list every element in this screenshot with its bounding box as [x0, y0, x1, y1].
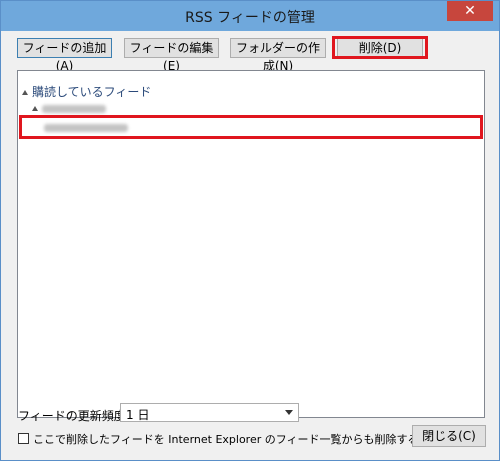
title-bar: RSS フィードの管理 ✕	[1, 1, 499, 31]
window-title: RSS フィードの管理	[185, 10, 315, 26]
delete-button-highlight	[332, 36, 428, 59]
edit-feed-button[interactable]: フィードの編集(E)	[124, 38, 219, 73]
expand-triangle-icon[interactable]	[22, 90, 28, 95]
tree-root-row[interactable]: 購読しているフィード	[22, 83, 151, 100]
close-window-button[interactable]: ✕	[447, 1, 493, 21]
feed-tree[interactable]: 購読しているフィード	[17, 70, 485, 418]
delete-from-ie-checkbox[interactable]	[18, 433, 29, 444]
dialog-content: フィードの追加(A) フィードの編集(E) フォルダーの作成(N) 削除(D) …	[8, 31, 492, 453]
chevron-down-icon	[285, 410, 293, 415]
tree-root-label: 購読しているフィード	[32, 85, 152, 99]
add-feed-button[interactable]: フィードの追加(A)	[17, 38, 112, 73]
close-button[interactable]: 閉じる(C)	[412, 425, 486, 447]
create-folder-button[interactable]: フォルダーの作成(N)	[230, 38, 326, 73]
update-frequency-value: 1 日	[126, 408, 150, 422]
tree-folder-row[interactable]	[32, 101, 106, 115]
delete-from-ie-label[interactable]: ここで削除したフィードを Internet Explorer のフィード一覧から…	[33, 431, 433, 447]
selected-feed-highlight	[19, 115, 483, 139]
update-frequency-select[interactable]: 1 日	[120, 403, 299, 422]
blurred-folder-name	[42, 104, 106, 113]
expand-triangle-icon[interactable]	[32, 106, 38, 111]
rss-feed-management-dialog: RSS フィードの管理 ✕ フィードの追加(A) フィードの編集(E) フォルダ…	[0, 0, 500, 461]
